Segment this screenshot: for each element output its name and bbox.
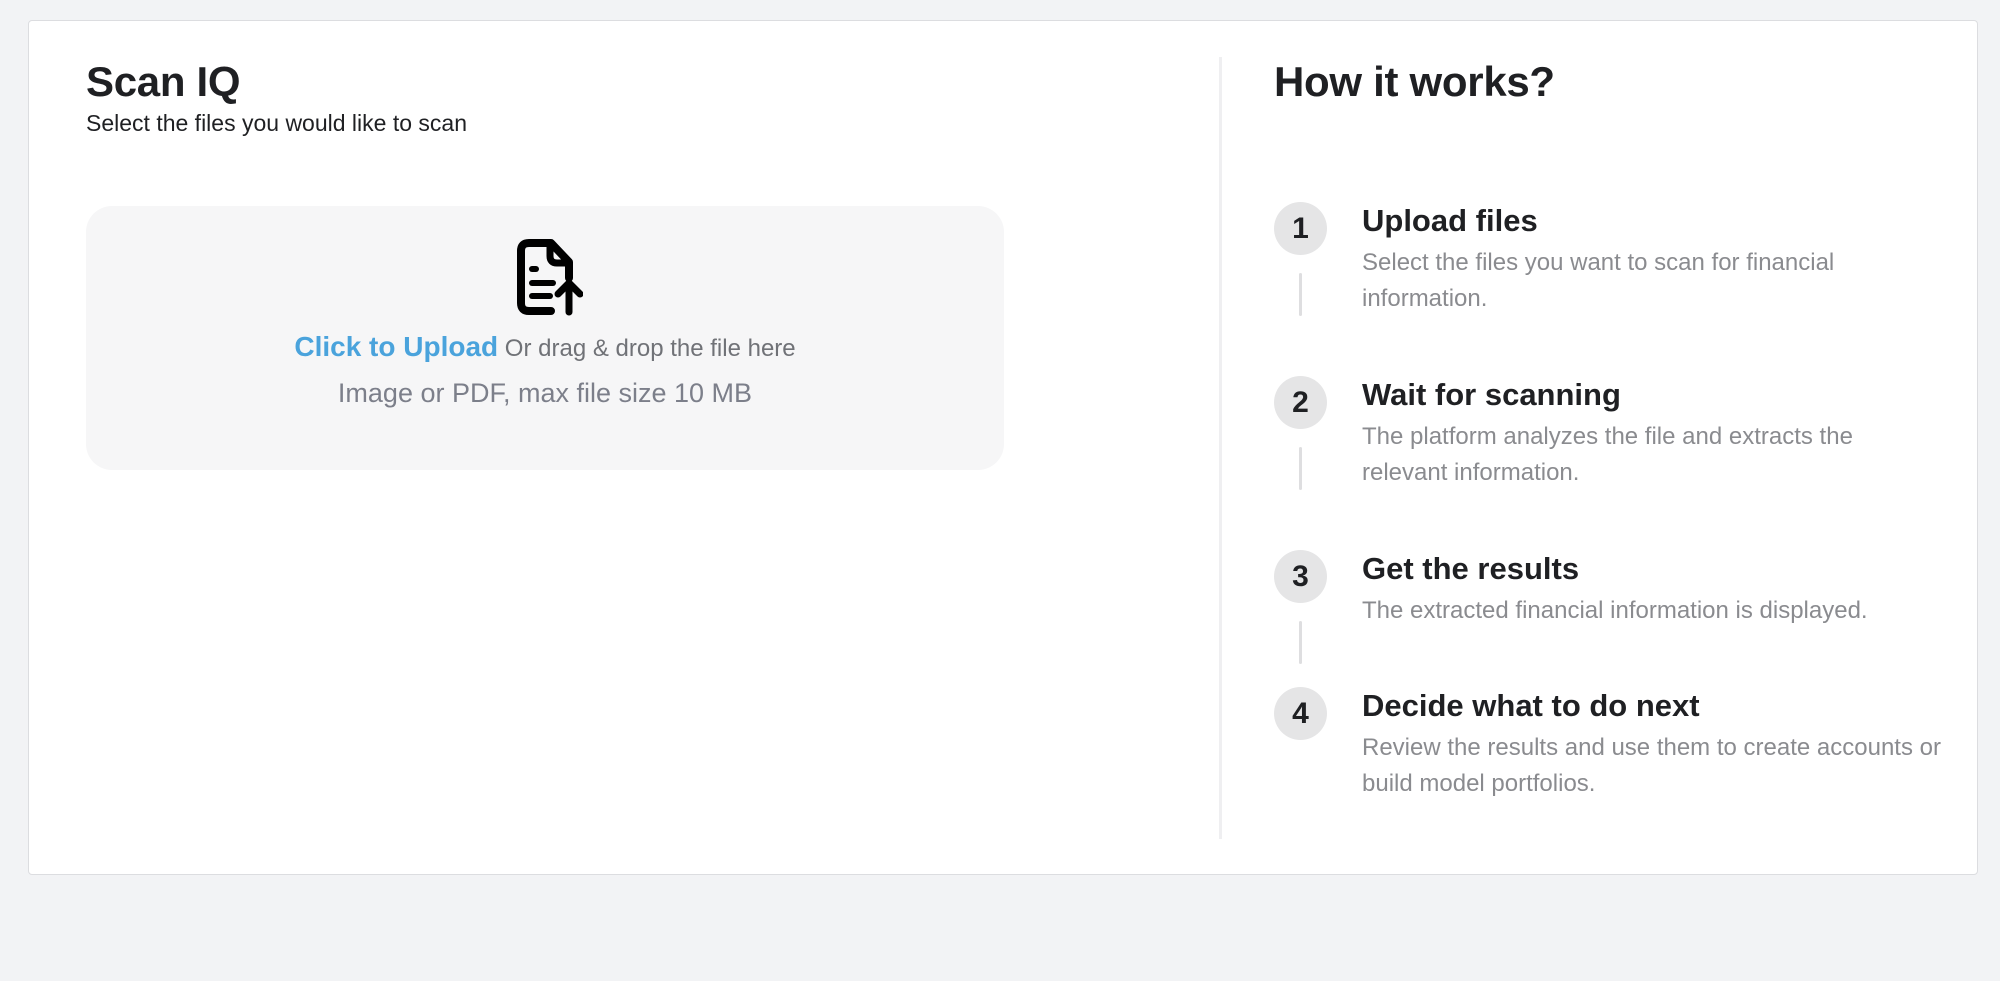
step-connector — [1299, 447, 1302, 490]
step-title: Decide what to do next — [1362, 688, 1700, 723]
step-description: Review the results and use them to creat… — [1362, 734, 1941, 797]
page-title: Scan IQ — [86, 58, 241, 105]
step-title: Get the results — [1362, 551, 1580, 586]
scan-panel: Scan IQ Select the files you would like … — [86, 57, 1186, 470]
how-it-works-panel: How it works? 1 Upload files Select the … — [1274, 57, 1954, 797]
step-connector — [1299, 621, 1302, 664]
step-title: Wait for scanning — [1362, 377, 1621, 412]
step-number: 1 — [1274, 202, 1327, 255]
file-upload-icon — [517, 239, 583, 316]
step-description: The extracted financial information is d… — [1362, 597, 1868, 624]
step-number: 3 — [1274, 550, 1327, 603]
step-number: 2 — [1274, 376, 1327, 429]
step-connector — [1299, 273, 1302, 316]
panel-divider — [1219, 57, 1222, 839]
upload-dropzone[interactable]: Click to Upload Or drag & drop the file … — [86, 206, 1004, 470]
scan-card: Scan IQ Select the files you would like … — [28, 20, 1978, 875]
step-description: The platform analyzes the file and extra… — [1362, 423, 1853, 486]
upload-instructions: Click to Upload Or drag & drop the file … — [86, 330, 1004, 366]
step-title: Upload files — [1362, 203, 1538, 238]
click-to-upload-link[interactable]: Click to Upload — [294, 331, 498, 362]
drag-drop-text: Or drag & drop the file here — [498, 335, 796, 362]
file-type-hint: Image or PDF, max file size 10 MB — [337, 378, 753, 408]
step-number: 4 — [1274, 687, 1327, 740]
how-it-works-title: How it works? — [1274, 58, 1555, 105]
step-description: Select the files you want to scan for fi… — [1362, 249, 1835, 312]
page-subtitle: Select the files you would like to scan — [86, 110, 467, 136]
